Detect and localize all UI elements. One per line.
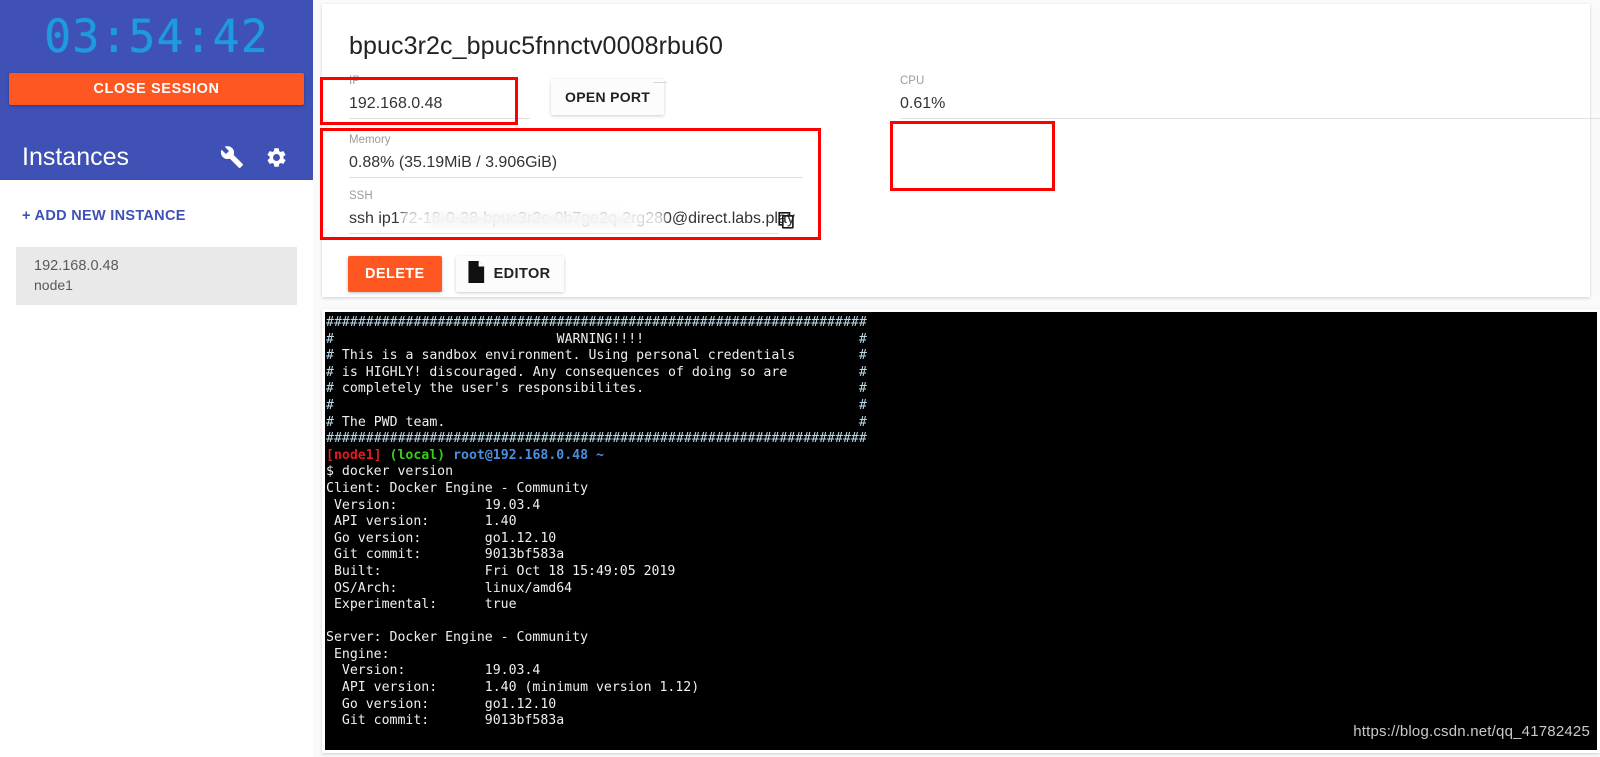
app-root: 03:54:42 CLOSE SESSION Instances + ADD N… [0, 0, 1600, 757]
open-port-button[interactable]: OPEN PORT [551, 79, 665, 115]
port-input-stub[interactable] [653, 82, 667, 83]
ssh-underline [349, 233, 779, 234]
memory-value: 0.88% (35.19MiB / 3.906GiB) [349, 154, 558, 171]
ip-value: 192.168.0.48 [349, 95, 443, 112]
gear-icon[interactable] [261, 142, 291, 172]
document-icon [466, 261, 485, 287]
ssh-value-wrap: ssh ip172-18-0-28-bpuc3r2c-0b7ge2q-2rg28… [349, 205, 795, 234]
memory-underline [349, 177, 803, 178]
memory-label: Memory [349, 134, 391, 146]
instance-name: node1 [34, 277, 73, 293]
sidebar: 03:54:42 CLOSE SESSION Instances + ADD N… [0, 0, 313, 757]
session-timer: 03:54:42 [44, 10, 269, 63]
sidebar-header-panel: 03:54:42 CLOSE SESSION Instances [0, 0, 313, 180]
instance-ip: 192.168.0.48 [34, 258, 119, 274]
close-session-button[interactable]: CLOSE SESSION [9, 73, 304, 105]
editor-button[interactable]: EDITOR [455, 256, 564, 292]
ssh-value: ssh ip172-18-0-28-bpuc3r2c-0b7ge2q-2rg28… [349, 205, 795, 233]
wrench-icon[interactable] [217, 142, 247, 172]
ssh-label: SSH [349, 190, 373, 202]
ip-underline [349, 118, 530, 119]
cpu-underline [900, 118, 1600, 119]
page-title: bpuc3r2c_bpuc5fnnctv0008rbu60 [349, 32, 724, 60]
instance-detail-card: bpuc3r2c_bpuc5fnnctv0008rbu60 IP 192.168… [322, 4, 1600, 297]
memory-field: Memory 0.88% (35.19MiB / 3.906GiB) [340, 132, 803, 178]
instances-header: Instances [0, 126, 313, 188]
instances-title: Instances [22, 142, 130, 171]
instance-list-item[interactable]: 192.168.0.48 node1 [16, 247, 297, 305]
left-fields-column: IP 192.168.0.48 OPEN PORT Memory 0.88% (… [340, 73, 830, 234]
terminal-output[interactable]: ########################################… [325, 312, 1597, 750]
delete-button[interactable]: DELETE [348, 256, 442, 292]
ssh-field[interactable]: SSH ssh ip172-18-0-28-bpuc3r2c-0b7ge2q-2… [340, 188, 803, 234]
action-buttons: DELETE EDITOR [348, 256, 564, 292]
ip-label: IP [349, 75, 360, 87]
copy-icon[interactable] [775, 209, 799, 233]
right-fields-column: CPU 0.61% [830, 73, 1600, 119]
editor-button-label: EDITOR [493, 266, 551, 282]
main-content: bpuc3r2c_bpuc5fnnctv0008rbu60 IP 192.168… [313, 0, 1600, 757]
ip-field[interactable]: IP 192.168.0.48 [340, 73, 530, 119]
cpu-value: 0.61% [900, 95, 946, 112]
watermark: https://blog.csdn.net/qq_41782425 [1353, 723, 1590, 740]
fields-row: IP 192.168.0.48 OPEN PORT Memory 0.88% (… [340, 73, 1600, 234]
terminal-panel[interactable]: ########################################… [322, 309, 1600, 753]
ssh-value-prefix: ssh ip1 [349, 210, 400, 227]
ssh-value-redacted: 72-18-0-28-bpuc3r2c-0b7ge2q-2rg280 [399, 210, 672, 227]
cpu-label: CPU [900, 75, 925, 87]
cpu-field: CPU 0.61% [891, 73, 1600, 119]
